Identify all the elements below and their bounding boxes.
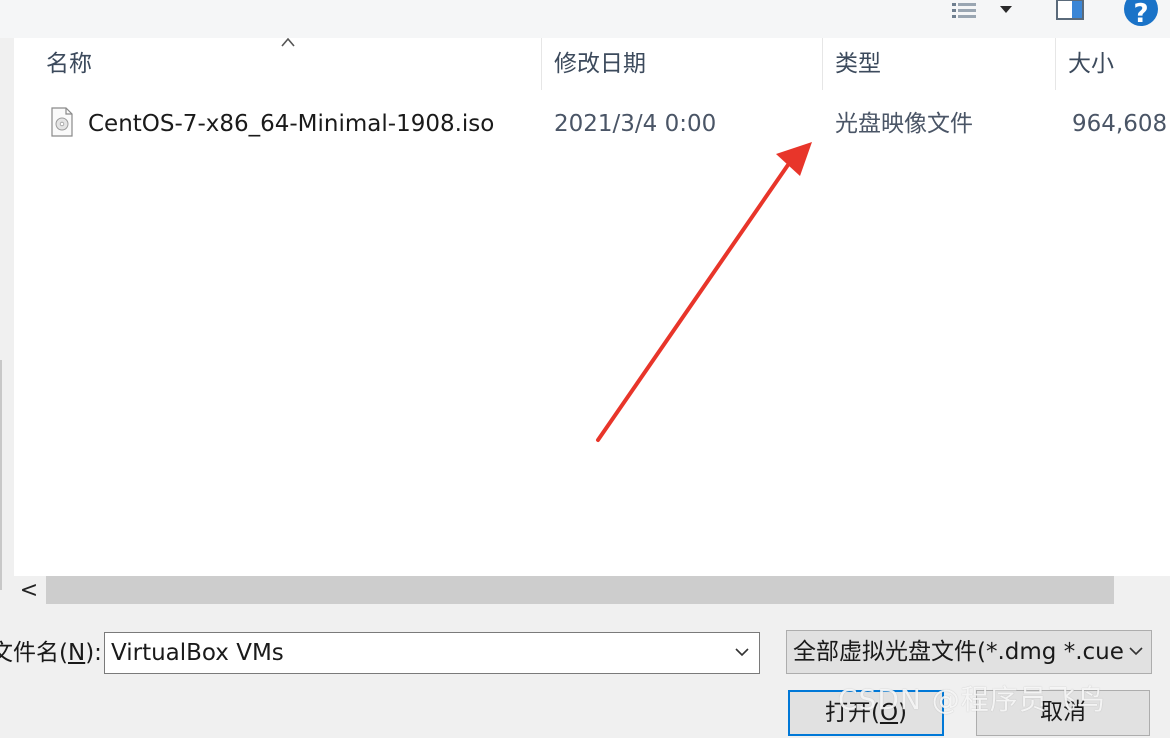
chevron-down-icon[interactable]	[733, 645, 751, 659]
scrollbar-thumb[interactable]	[46, 576, 1114, 604]
filename-value: VirtualBox VMs	[111, 640, 284, 666]
details-view-icon[interactable]	[948, 0, 982, 20]
filename-input[interactable]: VirtualBox VMs	[104, 632, 760, 674]
cancel-button[interactable]: 取消	[976, 690, 1150, 736]
file-modified: 2021/3/4 0:00	[554, 111, 717, 137]
file-row[interactable]: CentOS-7-x86_64-Minimal-1908.iso 2021/3/…	[14, 98, 1170, 150]
column-divider[interactable]	[1055, 38, 1056, 90]
sort-ascending-icon	[281, 38, 295, 47]
caret-down-icon[interactable]	[996, 2, 1016, 18]
file-list-pane[interactable]: 名称 修改日期 类型 大小 CentOS-7-x86_64-Minimal-19…	[14, 38, 1170, 576]
column-name[interactable]: 名称	[46, 50, 92, 78]
column-header: 名称 修改日期 类型 大小	[14, 38, 1170, 90]
disc-image-file-icon	[51, 107, 73, 137]
window-edge	[0, 360, 2, 590]
preview-pane-icon[interactable]	[1054, 0, 1086, 20]
column-divider[interactable]	[822, 38, 823, 90]
column-type[interactable]: 类型	[835, 50, 881, 78]
toolbar: ?	[0, 0, 1170, 38]
file-size: 964,608	[1072, 111, 1168, 137]
file-name: CentOS-7-x86_64-Minimal-1908.iso	[88, 111, 495, 137]
column-divider[interactable]	[541, 38, 542, 90]
open-button[interactable]: 打开(O)	[788, 690, 944, 736]
chevron-down-icon[interactable]	[1127, 644, 1145, 658]
scroll-left-button[interactable]: <	[14, 576, 44, 605]
horizontal-scrollbar[interactable]: <	[14, 576, 1170, 605]
column-size[interactable]: 大小	[1068, 50, 1114, 78]
column-modified[interactable]: 修改日期	[554, 50, 646, 78]
filename-label: 文件名(N):	[0, 640, 102, 666]
file-type-value: 全部虚拟光盘文件(*.dmg *.cue	[793, 639, 1123, 665]
file-type-select[interactable]: 全部虚拟光盘文件(*.dmg *.cue	[786, 630, 1152, 674]
help-glyph: ?	[1133, 0, 1149, 26]
file-type: 光盘映像文件	[835, 111, 973, 137]
help-icon[interactable]: ?	[1124, 0, 1158, 26]
